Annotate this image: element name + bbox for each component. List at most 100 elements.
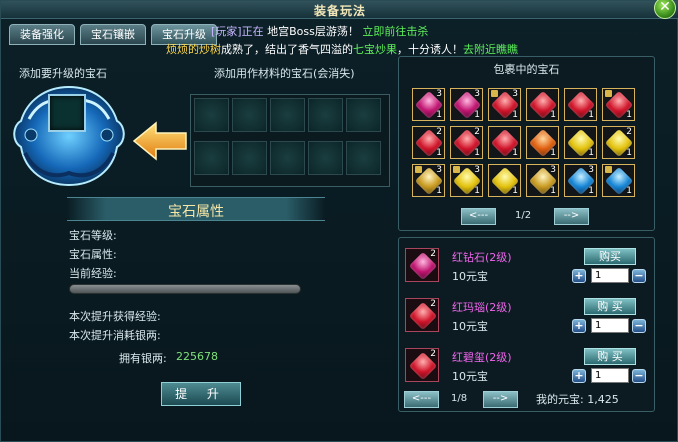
- bag-title: 包裹中的宝石: [493, 63, 560, 76]
- bag-gem-slot[interactable]: 1: [602, 164, 635, 197]
- shop-prev-button[interactable]: <---: [404, 391, 439, 408]
- material-slot[interactable]: [232, 141, 267, 175]
- gem-count: 1: [588, 110, 594, 120]
- qty-plus-button[interactable]: +: [572, 319, 586, 333]
- bag-prev-button[interactable]: <---: [461, 208, 496, 225]
- material-slot[interactable]: [194, 98, 229, 132]
- shop-item-row: 2 红钻石(2级) 10元宝 购买 + −: [399, 244, 656, 294]
- bag-gem-slot[interactable]: 31: [488, 88, 521, 121]
- gem-level: 3: [474, 165, 480, 175]
- buy-button[interactable]: 购 买: [584, 298, 636, 315]
- lock-icon: [605, 90, 612, 97]
- material-slot[interactable]: [270, 98, 305, 132]
- lock-icon: [415, 166, 422, 173]
- qty-minus-button[interactable]: −: [632, 319, 646, 333]
- gem-level: 3: [512, 89, 518, 99]
- bag-gem-slot[interactable]: 21: [602, 126, 635, 159]
- material-slot[interactable]: [346, 141, 381, 175]
- gem-level-label: 宝石等级:: [69, 229, 117, 242]
- bag-gem-slot[interactable]: 31: [412, 88, 445, 121]
- announcement-text-2: ，十分诱人！: [397, 43, 463, 56]
- bag-gem-slot[interactable]: 1: [564, 88, 597, 121]
- shop-item-name: 红钻石(2级): [452, 251, 512, 264]
- shop-next-button[interactable]: -->: [483, 391, 518, 408]
- bag-gem-slot[interactable]: 21: [450, 126, 483, 159]
- lock-icon: [453, 166, 460, 173]
- bag-gem-slot[interactable]: 31: [450, 164, 483, 197]
- gem-level: 2: [430, 349, 436, 359]
- gem-count: 1: [436, 186, 442, 196]
- gem-level: 3: [436, 89, 442, 99]
- shop-item-icon[interactable]: 2: [405, 348, 439, 382]
- gem-level: 2: [430, 299, 436, 309]
- material-slot[interactable]: [232, 98, 267, 132]
- qty-input[interactable]: [591, 318, 629, 333]
- material-slot[interactable]: [194, 141, 229, 175]
- qty-minus-button[interactable]: −: [632, 369, 646, 383]
- bag-gem-slot[interactable]: 1: [526, 88, 559, 121]
- announcement-item: 七宝炒果: [353, 43, 397, 56]
- bag-gem-slot[interactable]: 31: [412, 164, 445, 197]
- gem-count: 1: [588, 186, 594, 196]
- shop-item-icon[interactable]: 2: [405, 298, 439, 332]
- gain-exp-label: 本次提升获得经验:: [69, 310, 161, 323]
- material-grid: [190, 94, 390, 187]
- gem-count: 1: [588, 148, 594, 158]
- announcement-text: 成熟了，结出了香气四溢的: [221, 43, 353, 56]
- shop-item-name: 红碧玺(2级): [452, 351, 512, 364]
- gem-level: 2: [626, 127, 632, 137]
- qty-input[interactable]: [591, 268, 629, 283]
- bag-gem-slot[interactable]: 21: [412, 126, 445, 159]
- announcement-boss: 地宫Boss层游荡！: [267, 25, 359, 38]
- qty-plus-button[interactable]: +: [572, 369, 586, 383]
- target-gem-slot[interactable]: [48, 94, 86, 132]
- qty-input[interactable]: [591, 368, 629, 383]
- bag-gem-slot[interactable]: 1: [488, 126, 521, 159]
- my-yuanbao: 我的元宝: 1,425: [536, 391, 619, 407]
- gem-count: 1: [626, 186, 632, 196]
- gem-count: 1: [512, 186, 518, 196]
- exp-progress-bar: [69, 284, 301, 294]
- material-slot[interactable]: [308, 98, 343, 132]
- bag-gem-slot[interactable]: 31: [526, 164, 559, 197]
- bag-gem-slot[interactable]: 1: [526, 126, 559, 159]
- qty-minus-button[interactable]: −: [632, 269, 646, 283]
- gem-level: 2: [436, 127, 442, 137]
- buy-button[interactable]: 购 买: [584, 348, 636, 365]
- shop-item-icon[interactable]: 2: [405, 248, 439, 282]
- announcement-action[interactable]: 立即前往击杀: [362, 25, 428, 38]
- bag-gems-panel: 包裹中的宝石 3131311112121111213131131311 <---…: [398, 56, 655, 231]
- tab-inlay[interactable]: 宝石镶嵌: [80, 24, 146, 45]
- buy-button[interactable]: 购买: [584, 248, 636, 265]
- bag-gem-slot[interactable]: 31: [450, 88, 483, 121]
- gem-count: 1: [436, 110, 442, 120]
- upgrade-button[interactable]: 提 升: [161, 382, 241, 406]
- material-slot[interactable]: [308, 141, 343, 175]
- gem-count: 1: [626, 110, 632, 120]
- qty-plus-button[interactable]: +: [572, 269, 586, 283]
- bag-gem-slot[interactable]: 31: [564, 164, 597, 197]
- announcement-player: [玩家]正在: [211, 25, 264, 38]
- gem-shop-panel: 2红钻石(2级)10元宝购买+−2红玛瑙(2级)10元宝购 买+−2红碧玺(2级…: [398, 237, 655, 412]
- bag-gem-slot[interactable]: 1: [602, 88, 635, 121]
- bag-next-button[interactable]: -->: [554, 208, 589, 225]
- announcement-link[interactable]: 去附近瞧瞧: [463, 43, 518, 56]
- material-slot[interactable]: [270, 141, 305, 175]
- bag-gem-slot[interactable]: 1: [564, 126, 597, 159]
- gem-props-header: 宝石属性: [67, 197, 325, 221]
- bag-gem-slot[interactable]: 1: [488, 164, 521, 197]
- material-slot[interactable]: [346, 98, 381, 132]
- arrow-left-icon: [132, 121, 187, 161]
- gem-count: 1: [626, 148, 632, 158]
- tab-enhance[interactable]: 装备强化: [9, 24, 75, 45]
- gem-count: 1: [550, 110, 556, 120]
- bag-page-indicator: 1/2: [515, 210, 532, 221]
- owned-silver-value: 225678: [176, 350, 218, 363]
- cost-silver-label: 本次提升消耗银两:: [69, 329, 161, 342]
- announcement-tree: 烦烦的炒树: [166, 43, 221, 56]
- lock-icon: [605, 166, 612, 173]
- title-bar[interactable]: 装备玩法 ✕: [1, 0, 678, 19]
- gem-level: 3: [436, 165, 442, 175]
- window-title: 装备玩法: [313, 4, 366, 18]
- shop-item-name: 红玛瑙(2级): [452, 301, 512, 314]
